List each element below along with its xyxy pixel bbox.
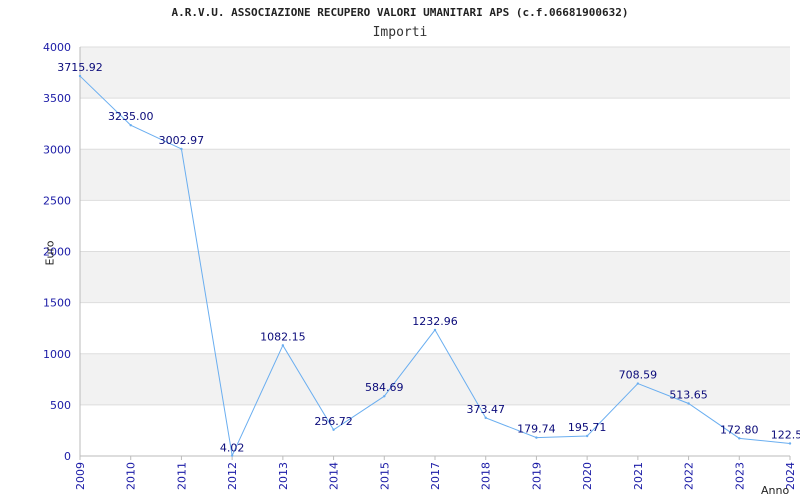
x-tick-label: 2010 — [125, 462, 138, 490]
x-tick-label: 2012 — [226, 462, 239, 490]
grid-band — [80, 251, 790, 303]
x-tick-label: 2020 — [581, 462, 594, 490]
data-label: 1232.96 — [412, 315, 458, 328]
x-tick-labels: 2009 2010 2011 2012 2013 2014 2015 2017 2018 2019… — [74, 456, 797, 490]
data-point — [738, 437, 741, 440]
data-point — [180, 147, 183, 151]
y-tick-label: 500 — [50, 399, 71, 412]
y-tick-label: 0 — [64, 450, 71, 463]
grid-band — [80, 47, 790, 99]
data-point — [281, 344, 285, 347]
x-tick-label: 2014 — [328, 462, 341, 490]
line-chart: 05001000150020002500300035004000 2009 201… — [43, 41, 800, 490]
data-point — [383, 395, 386, 398]
data-point — [585, 434, 589, 438]
data-label: 195.71 — [568, 421, 607, 434]
y-tick-label: 1500 — [43, 297, 71, 310]
x-tick-label: 2011 — [175, 462, 188, 490]
y-tick-label: 1000 — [43, 348, 71, 361]
grid-band — [80, 149, 790, 201]
data-label: 1082.15 — [260, 330, 306, 343]
data-point — [78, 74, 82, 78]
x-tick-label: 2018 — [480, 462, 493, 490]
x-tick-label: 2023 — [733, 462, 746, 490]
x-tick-label: 2015 — [378, 462, 391, 490]
data-label: 4.02 — [220, 442, 245, 455]
data-label: 3715.92 — [57, 61, 103, 74]
x-tick-label: 2013 — [277, 462, 290, 490]
data-point — [230, 454, 234, 457]
data-point — [636, 382, 640, 385]
y-tick-label: 2500 — [43, 194, 71, 207]
data-label: 3235.00 — [108, 110, 154, 123]
data-label: 373.47 — [466, 403, 505, 416]
data-point — [129, 124, 132, 127]
x-tick-label: 2021 — [632, 462, 645, 490]
x-tick-label: 2009 — [74, 462, 87, 490]
data-point — [484, 416, 487, 420]
data-label: 122.53 — [771, 428, 800, 441]
data-label: 172.80 — [720, 423, 759, 436]
y-axis-label: Euro — [43, 240, 57, 266]
data-label: 3002.97 — [159, 134, 205, 147]
x-tick-label: 2017 — [429, 462, 442, 490]
data-point — [433, 328, 437, 332]
data-point — [788, 442, 792, 445]
data-point — [687, 402, 690, 405]
data-point — [332, 428, 335, 431]
x-axis-label: Anno — [761, 484, 790, 497]
grid-bands — [80, 47, 790, 405]
data-point — [535, 436, 538, 439]
data-label: 584.69 — [365, 381, 404, 394]
x-tick-label: 2019 — [530, 462, 543, 490]
y-tick-label: 3500 — [43, 92, 71, 105]
data-label: 256.72 — [314, 415, 353, 428]
data-label: 513.65 — [669, 388, 708, 401]
data-label: 179.74 — [517, 423, 556, 436]
y-tick-label: 4000 — [43, 41, 71, 54]
x-tick-label: 2022 — [683, 462, 696, 490]
y-tick-label: 3000 — [43, 143, 71, 156]
data-label: 708.59 — [619, 369, 658, 382]
